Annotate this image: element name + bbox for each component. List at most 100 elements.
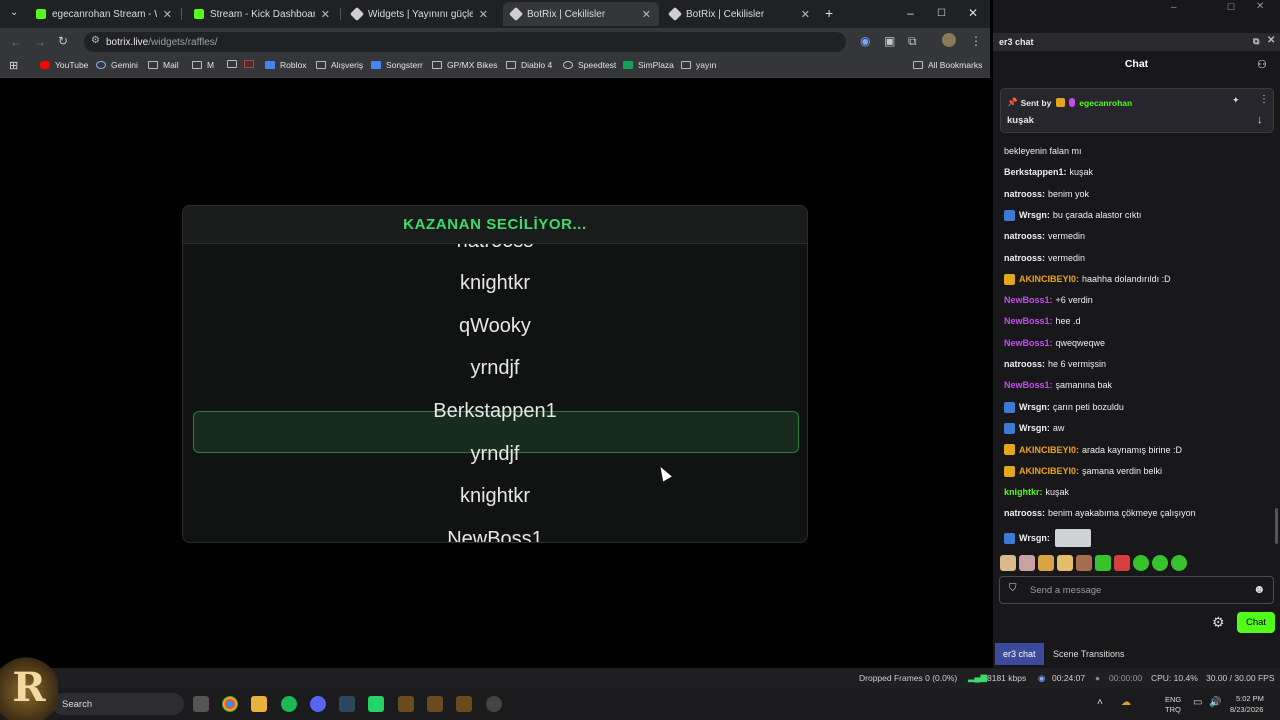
bookmark-songsterr[interactable]: Songsterr: [371, 60, 423, 70]
dock-restore-icon[interactable]: ☐: [1227, 2, 1235, 13]
minimize-icon[interactable]: –: [907, 6, 914, 20]
chat-username[interactable]: AKINCIBEYI0:: [1019, 274, 1079, 284]
chat-username[interactable]: Wrsgn:: [1019, 533, 1050, 543]
tab-2[interactable]: Widgets | Yayınını güçlendirme ✕: [344, 2, 496, 26]
menu-kebab-icon[interactable]: ⋮: [970, 34, 982, 48]
chat-username[interactable]: Wrsgn:: [1019, 423, 1050, 433]
emote-icon[interactable]: [1171, 555, 1187, 571]
network-icon[interactable]: ▭: [1193, 697, 1202, 708]
bookmark-gp-mx-bikes[interactable]: GP/MX Bikes: [432, 60, 498, 70]
bookmark-gemini[interactable]: Gemini: [96, 60, 138, 70]
dock-float-icon[interactable]: ⧉: [1253, 36, 1259, 47]
chat-username[interactable]: NewBoss1:: [1004, 295, 1053, 305]
chat-username[interactable]: knightkr:: [1004, 487, 1043, 497]
dock-tab-er3-chat[interactable]: er3 chat: [995, 643, 1044, 665]
chat-username[interactable]: Berkstappen1:: [1004, 167, 1067, 177]
game-r-icon[interactable]: [398, 696, 414, 712]
emote-icon[interactable]: [1152, 555, 1168, 571]
language-indicator[interactable]: ENG: [1165, 695, 1181, 704]
tab-3[interactable]: BotRix | Cekilisler ✕: [503, 2, 659, 26]
audio-icon[interactable]: ◉: [860, 34, 870, 48]
bookmark-simplaza[interactable]: SimPlaza: [623, 60, 674, 70]
bookmark-mail[interactable]: Mail: [148, 60, 179, 70]
emote-icon[interactable]: [1076, 555, 1092, 571]
game-r-icon[interactable]: [456, 696, 472, 712]
chat-username[interactable]: AKINCIBEYI0:: [1019, 445, 1079, 455]
chat-username[interactable]: Wrsgn:: [1019, 402, 1050, 412]
site-info-icon[interactable]: ⚙: [91, 35, 100, 46]
chat-username[interactable]: Wrsgn:: [1019, 210, 1050, 220]
emote-icon[interactable]: [1038, 555, 1054, 571]
bookmark-roblox[interactable]: Roblox: [265, 60, 306, 70]
pinned-menu-icon[interactable]: ⋮: [1259, 94, 1269, 105]
address-bar[interactable]: ⚙ botrix.live/widgets/raffles/: [84, 32, 846, 52]
unpin-icon[interactable]: ✦: [1232, 95, 1240, 106]
clock-time[interactable]: 5:02 PM: [1236, 694, 1264, 703]
discord-icon[interactable]: [310, 696, 326, 712]
tab-0[interactable]: egecanrohan Stream - Watch Li ✕: [28, 2, 180, 26]
whatsapp-icon[interactable]: [368, 696, 384, 712]
volume-icon[interactable]: 🔊: [1209, 697, 1221, 708]
file-explorer-icon[interactable]: [251, 696, 267, 712]
tray-chevron-icon[interactable]: ˄: [1097, 697, 1103, 708]
chat-image-thumbnail[interactable]: [1054, 529, 1091, 548]
taskbar-search[interactable]: Search: [52, 693, 184, 715]
chat-users-icon[interactable]: ⚇: [1257, 58, 1267, 71]
spotify-icon[interactable]: [281, 696, 297, 712]
bookmark-m[interactable]: M: [192, 60, 214, 70]
dock-tab-scene-transitions[interactable]: Scene Transitions: [1045, 643, 1133, 665]
extensions-icon[interactable]: ⧉: [908, 34, 917, 49]
bookmark-diablo4[interactable]: Diablo 4: [506, 60, 552, 70]
chat-username[interactable]: natrooss:: [1004, 253, 1045, 263]
emote-icon[interactable]: [1133, 555, 1149, 571]
chat-settings-gear-icon[interactable]: ⚙: [1212, 614, 1225, 631]
tab-list-chevron-icon[interactable]: ⌄: [10, 7, 18, 18]
obs-icon[interactable]: [486, 696, 502, 712]
task-view-icon[interactable]: [193, 696, 209, 712]
chat-message-input[interactable]: ⛉ Send a message ☻: [999, 576, 1274, 604]
cast-icon[interactable]: ▣: [884, 34, 895, 48]
game-r-icon[interactable]: [427, 696, 443, 712]
close-tab-icon[interactable]: ✕: [321, 8, 330, 21]
chrome-icon[interactable]: [222, 696, 238, 712]
chat-username[interactable]: NewBoss1:: [1004, 380, 1053, 390]
emote-icon[interactable]: [1095, 555, 1111, 571]
clock-date[interactable]: 8/23/2026: [1230, 705, 1263, 714]
chat-scrollbar[interactable]: [1275, 508, 1278, 544]
emote-icon[interactable]: [1019, 555, 1035, 571]
close-tab-icon[interactable]: ✕: [801, 8, 810, 21]
chat-username[interactable]: AKINCIBEYI0:: [1019, 466, 1079, 476]
chat-send-button[interactable]: Chat: [1237, 612, 1275, 633]
bookmark-alisveris[interactable]: Alışveriş: [316, 60, 363, 70]
tray-cloud-icon[interactable]: ☁: [1121, 697, 1131, 708]
chat-username[interactable]: NewBoss1:: [1004, 316, 1053, 326]
chat-username[interactable]: natrooss:: [1004, 231, 1045, 241]
apps-grid-icon[interactable]: ⊞: [9, 59, 18, 72]
keyboard-layout[interactable]: TRQ: [1165, 705, 1181, 714]
bookmark-youtube[interactable]: YouTube: [40, 60, 88, 70]
emote-icon[interactable]: [1114, 555, 1130, 571]
dock-minimize-icon[interactable]: –: [1171, 2, 1177, 13]
close-tab-icon[interactable]: ✕: [163, 8, 172, 21]
bookmark-yayin[interactable]: yayın: [681, 60, 716, 70]
bookmark-red-icon[interactable]: [244, 60, 259, 68]
emote-icon[interactable]: [1000, 555, 1016, 571]
dock-close-icon[interactable]: ✕: [1267, 35, 1275, 46]
chat-username[interactable]: natrooss:: [1004, 508, 1045, 518]
expand-pinned-icon[interactable]: ↓: [1257, 114, 1263, 126]
tab-1[interactable]: Stream - Kick Dashboard ✕: [186, 2, 338, 26]
tab-4[interactable]: BotRix | Cekilisler ✕: [662, 2, 818, 26]
bookmark-speedtest[interactable]: Speedtest: [563, 60, 616, 70]
back-icon[interactable]: ←: [10, 35, 22, 49]
emoji-picker-icon[interactable]: ☻: [1253, 582, 1266, 596]
chat-username[interactable]: natrooss:: [1004, 359, 1045, 369]
close-tab-icon[interactable]: ✕: [479, 8, 488, 21]
forward-icon[interactable]: →: [34, 35, 46, 49]
maximize-icon[interactable]: ☐: [937, 8, 946, 19]
chat-username[interactable]: NewBoss1:: [1004, 338, 1053, 348]
profile-avatar[interactable]: [942, 33, 956, 47]
bookmark-folder-unnamed[interactable]: [227, 60, 242, 68]
chat-username[interactable]: natrooss:: [1004, 189, 1045, 199]
all-bookmarks[interactable]: All Bookmarks: [913, 60, 982, 70]
reload-icon[interactable]: ↻: [58, 34, 68, 48]
